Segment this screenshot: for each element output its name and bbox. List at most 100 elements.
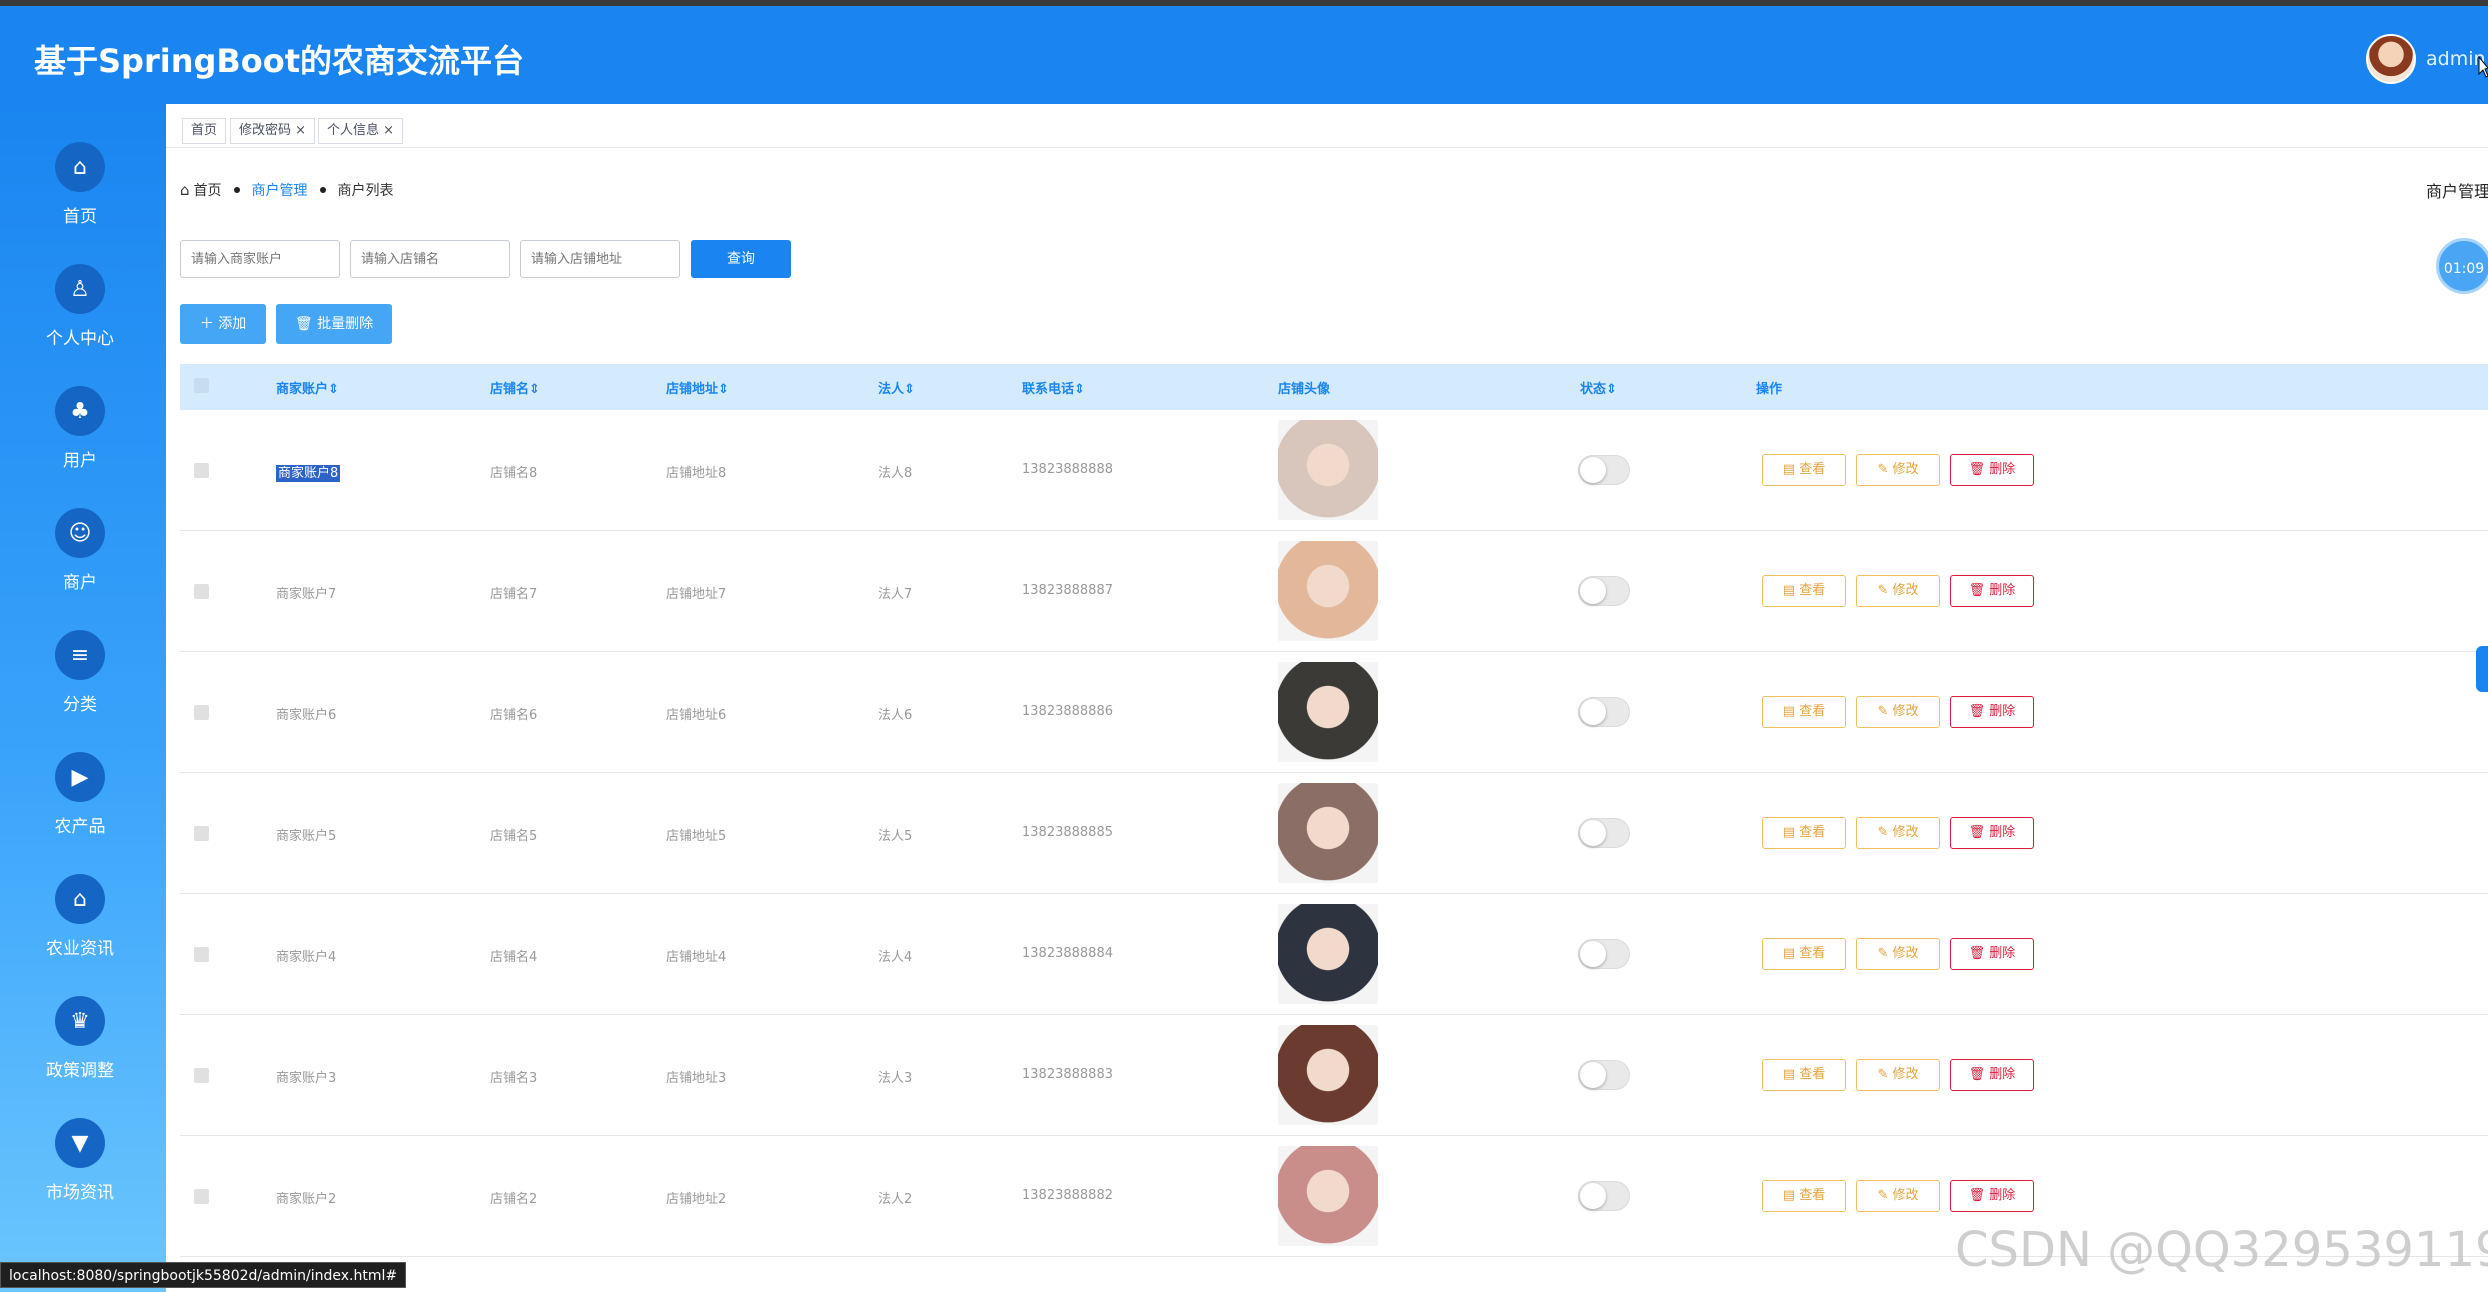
add-button[interactable]: ＋ 添加 — [180, 304, 266, 344]
sidebar-item-label: 首页 — [63, 207, 97, 227]
shop-avatar-image — [1278, 420, 1378, 520]
sidebar-item[interactable]: ⌂ 首页 — [0, 142, 166, 252]
header-shop-name[interactable]: 店铺名⇕ — [490, 378, 540, 397]
shop-name-input[interactable] — [350, 240, 510, 278]
header-status[interactable]: 状态⇕ — [1580, 378, 1617, 397]
row-checkbox[interactable] — [194, 463, 209, 478]
app-header: 基于SpringBoot的农商交流平台 admin — [0, 6, 2488, 104]
tab-profile[interactable]: 个人信息 × — [318, 118, 404, 144]
edit-button[interactable]: ✎ 修改 — [1856, 454, 1940, 486]
cell-legal-person: 法人2 — [878, 1192, 913, 1207]
delete-button[interactable]: 🗑 删除 — [1950, 938, 2034, 970]
cell-legal-person: 法人5 — [878, 829, 913, 844]
table-row[interactable]: 商家账户6 店铺名6 店铺地址6 法人6 13823888886 ▤ 查看 ✎ 修改 🗑 删除 — [180, 652, 2488, 773]
view-button[interactable]: ▤ 查看 — [1762, 454, 1846, 486]
header-phone[interactable]: 联系电话⇕ — [1022, 378, 1085, 397]
sidebar-item[interactable]: ▶ 农产品 — [0, 752, 166, 862]
batch-delete-button[interactable]: 🗑 批量删除 — [276, 304, 392, 344]
cell-merchant-account: 商家账户3 — [276, 1067, 336, 1086]
delete-button[interactable]: 🗑 删除 — [1950, 454, 2034, 486]
tab-home[interactable]: 首页 — [182, 118, 227, 144]
page-section-title: 商户管理 — [2426, 182, 2488, 201]
table-row[interactable]: 商家账户8 店铺名8 店铺地址8 法人8 13823888888 ▤ 查看 ✎ 修改 🗑 删除 — [180, 410, 2488, 531]
status-toggle[interactable] — [1578, 1181, 1630, 1211]
user-name[interactable]: admin — [2426, 48, 2486, 70]
cell-merchant-account: 商家账户7 — [276, 583, 336, 602]
cell-shop-address: 店铺地址4 — [666, 950, 727, 965]
header-legal-person[interactable]: 法人⇕ — [878, 378, 915, 397]
side-drawer-handle[interactable] — [2476, 646, 2488, 692]
breadcrumb-home[interactable]: 首页 — [194, 180, 222, 200]
edit-button[interactable]: ✎ 修改 — [1856, 938, 1940, 970]
sidebar-item[interactable]: ☺ 商户 — [0, 508, 166, 618]
view-button[interactable]: ▤ 查看 — [1762, 938, 1846, 970]
sidebar-item[interactable]: ♛ 政策调整 — [0, 996, 166, 1106]
cell-phone: 13823888882 — [1022, 1188, 1113, 1203]
status-toggle[interactable] — [1578, 1060, 1630, 1090]
breadcrumb: ⌂ 首页 商户管理 商户列表 — [180, 180, 394, 200]
header-actions: 操作 — [1756, 382, 1783, 397]
row-checkbox[interactable] — [194, 1189, 209, 1204]
sidebar-item[interactable]: ♙ 个人中心 — [0, 264, 166, 374]
edit-button[interactable]: ✎ 修改 — [1856, 1180, 1940, 1212]
timer-badge: 01:09 — [2436, 238, 2488, 294]
breadcrumb-separator — [233, 187, 240, 193]
status-toggle[interactable] — [1578, 455, 1630, 485]
shop-avatar-image — [1278, 1025, 1378, 1125]
delete-button[interactable]: 🗑 删除 — [1950, 817, 2034, 849]
search-button[interactable]: 查询 — [691, 240, 791, 278]
cell-shop-address: 店铺地址8 — [666, 466, 727, 481]
select-all-checkbox[interactable] — [194, 378, 209, 393]
merchant-account-input[interactable] — [180, 240, 340, 278]
table-row[interactable]: 商家账户5 店铺名5 店铺地址5 法人5 13823888885 ▤ 查看 ✎ 修改 🗑 删除 — [180, 773, 2488, 894]
status-toggle[interactable] — [1578, 576, 1630, 606]
sidebar-item[interactable]: ⌂ 农业资讯 — [0, 874, 166, 984]
status-toggle[interactable] — [1578, 939, 1630, 969]
shop-avatar-image — [1278, 783, 1378, 883]
row-checkbox[interactable] — [194, 584, 209, 599]
merchant-account-text: 商家账户2 — [276, 1192, 337, 1207]
row-checkbox[interactable] — [194, 1068, 209, 1083]
view-button[interactable]: ▤ 查看 — [1762, 575, 1846, 607]
cell-legal-person: 法人6 — [878, 708, 913, 723]
header-merchant-account[interactable]: 商家账户⇕ — [276, 378, 339, 397]
shop-address-input[interactable] — [520, 240, 680, 278]
edit-button[interactable]: ✎ 修改 — [1856, 575, 1940, 607]
delete-button[interactable]: 🗑 删除 — [1950, 1180, 2034, 1212]
breadcrumb-section[interactable]: 商户管理 — [252, 180, 308, 200]
sidebar-item[interactable]: ▼ 市场资讯 — [0, 1118, 166, 1228]
table-row[interactable]: 商家账户4 店铺名4 店铺地址4 法人4 13823888884 ▤ 查看 ✎ 修改 🗑 删除 — [180, 894, 2488, 1015]
delete-button[interactable]: 🗑 删除 — [1950, 1059, 2034, 1091]
row-checkbox[interactable] — [194, 705, 209, 720]
cell-merchant-account: 商家账户2 — [276, 1188, 336, 1207]
play-icon: ▶ — [55, 752, 105, 802]
merchant-account-text: 商家账户6 — [276, 708, 337, 723]
merchant-account-text: 商家账户5 — [276, 829, 337, 844]
status-toggle[interactable] — [1578, 697, 1630, 727]
edit-button[interactable]: ✎ 修改 — [1856, 1059, 1940, 1091]
status-toggle[interactable] — [1578, 818, 1630, 848]
header-shop-avatar: 店铺头像 — [1278, 382, 1331, 397]
table-row[interactable]: 商家账户3 店铺名3 店铺地址3 法人3 13823888883 ▤ 查看 ✎ 修改 🗑 删除 — [180, 1015, 2488, 1136]
edit-button[interactable]: ✎ 修改 — [1856, 696, 1940, 728]
edit-button[interactable]: ✎ 修改 — [1856, 817, 1940, 849]
table-row[interactable]: 商家账户7 店铺名7 店铺地址7 法人7 13823888887 ▤ 查看 ✎ 修改 🗑 删除 — [180, 531, 2488, 652]
sidebar-item[interactable]: ♣ 用户 — [0, 386, 166, 496]
row-checkbox[interactable] — [194, 826, 209, 841]
sidebar-item[interactable]: ≡ 分类 — [0, 630, 166, 740]
policy-icon: ♛ — [55, 996, 105, 1046]
row-checkbox[interactable] — [194, 947, 209, 962]
view-button[interactable]: ▤ 查看 — [1762, 1180, 1846, 1212]
delete-button[interactable]: 🗑 删除 — [1950, 696, 2034, 728]
sidebar-item-label: 政策调整 — [46, 1061, 114, 1081]
cell-shop-address: 店铺地址3 — [666, 1071, 727, 1086]
view-button[interactable]: ▤ 查看 — [1762, 1059, 1846, 1091]
tab-change-password[interactable]: 修改密码 × — [230, 118, 316, 144]
delete-button[interactable]: 🗑 删除 — [1950, 575, 2034, 607]
view-button[interactable]: ▤ 查看 — [1762, 817, 1846, 849]
user-avatar[interactable] — [2366, 34, 2416, 84]
header-shop-address[interactable]: 店铺地址⇕ — [666, 378, 729, 397]
cell-shop-name: 店铺名5 — [490, 829, 538, 844]
merchant-account-text: 商家账户4 — [276, 950, 337, 965]
view-button[interactable]: ▤ 查看 — [1762, 696, 1846, 728]
